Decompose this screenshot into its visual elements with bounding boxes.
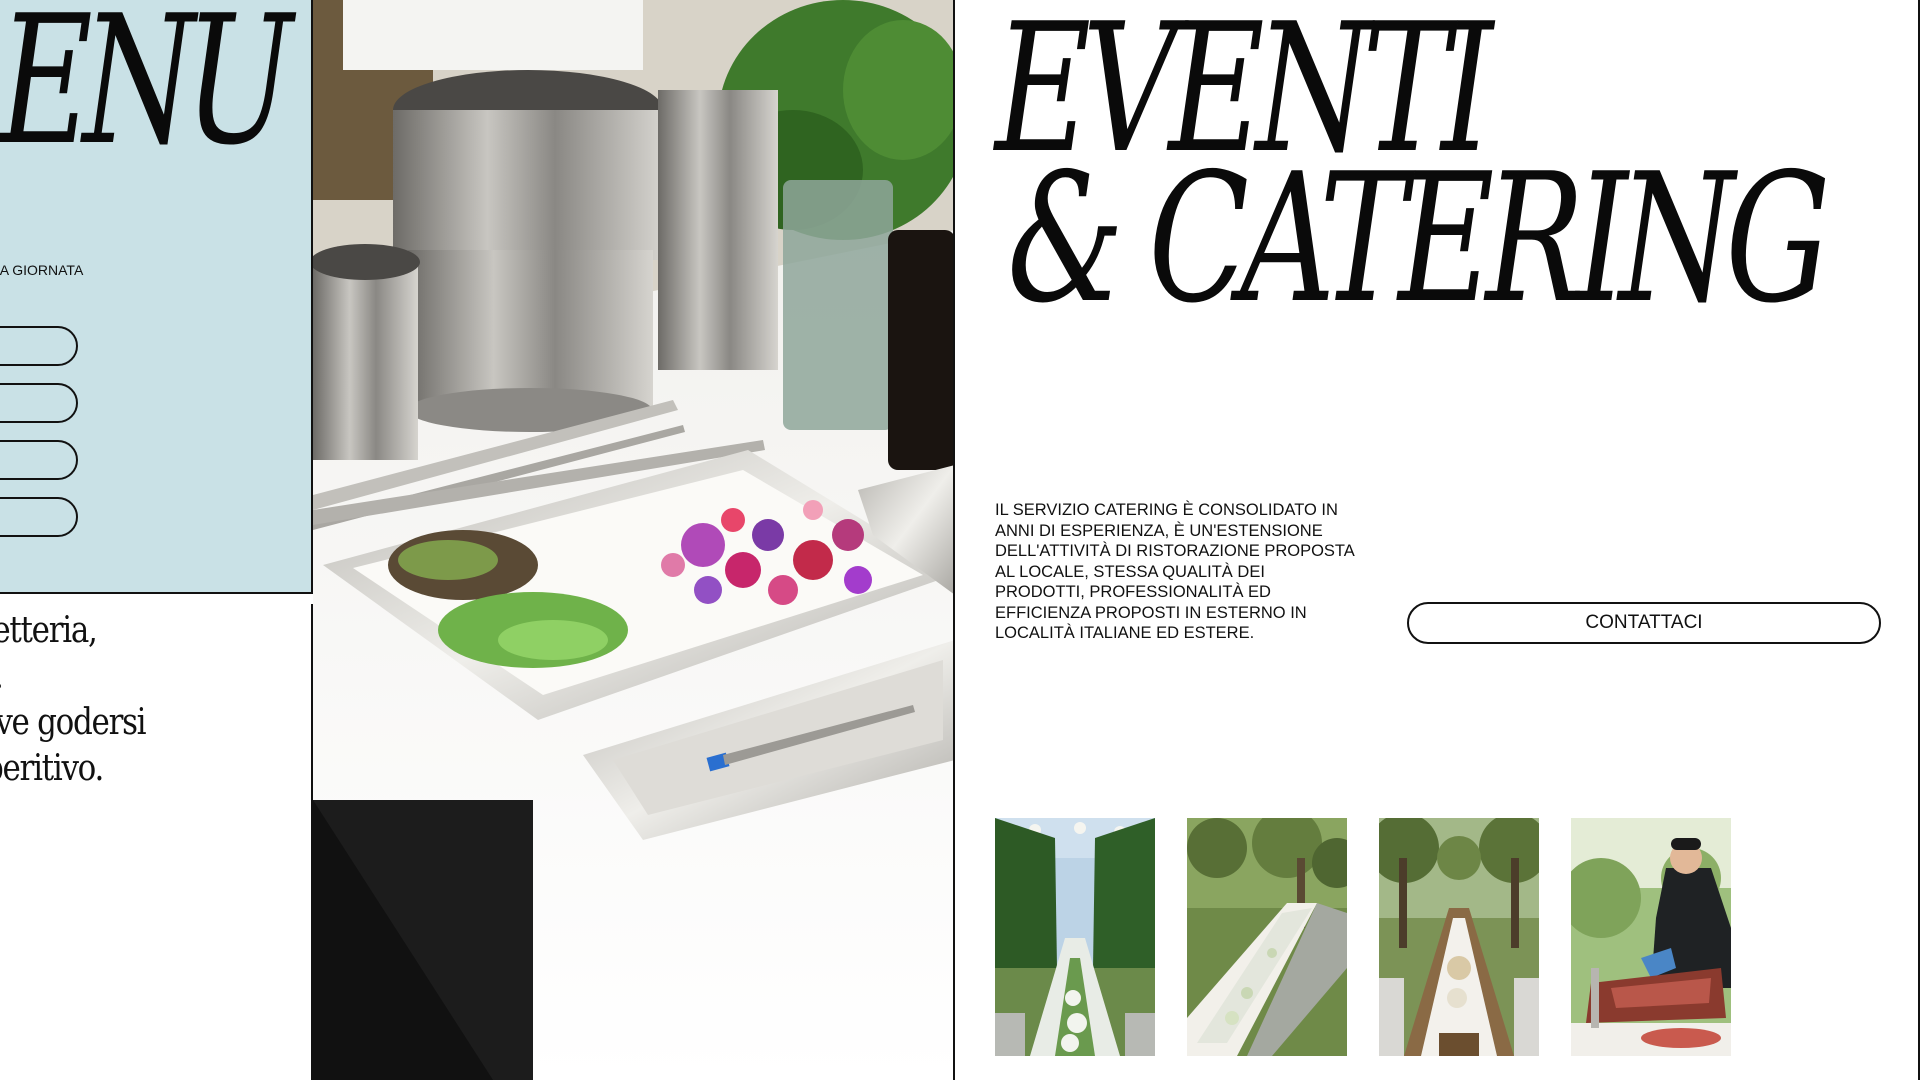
gallery-image-banquet-olive-grove[interactable]	[1187, 818, 1347, 1056]
left-description: ffetteria, . ove godersi peritivo.	[0, 604, 313, 1080]
gallery-image-wooden-table-grove[interactable]	[1379, 818, 1539, 1056]
contact-button[interactable]: CONTATTACI	[1407, 602, 1881, 644]
gallery-image-chef-carving[interactable]	[1571, 818, 1731, 1056]
menu-pill-button-4[interactable]	[0, 497, 78, 537]
catering-description: IL SERVIZIO CATERING È CONSOLIDATO IN AN…	[995, 501, 1354, 642]
menu-pill-button-2[interactable]	[0, 383, 78, 423]
page: ENU LA GIORNATA ffetteria, . ove godersi…	[0, 0, 1920, 1080]
kitchen-photo	[313, 0, 955, 1080]
menu-panel: ENU LA GIORNATA	[0, 0, 313, 594]
left-description-line-1: ffetteria,	[0, 610, 98, 651]
hero-title: EVENTI & CATERING	[995, 0, 1895, 340]
event-gallery	[995, 818, 1735, 1056]
menu-title: ENU	[0, 0, 293, 184]
menu-pill-button-3[interactable]	[0, 440, 78, 480]
gallery-image-garden-table[interactable]	[995, 818, 1155, 1056]
hero-title-line-2: & CATERING	[1007, 135, 1831, 342]
left-description-line-2: .	[0, 656, 4, 697]
menu-pill-button-1[interactable]	[0, 326, 78, 366]
left-description-line-3: ove godersi	[0, 702, 147, 743]
menu-subtitle: LA GIORNATA	[0, 262, 84, 278]
left-description-line-4: peritivo.	[0, 748, 104, 789]
